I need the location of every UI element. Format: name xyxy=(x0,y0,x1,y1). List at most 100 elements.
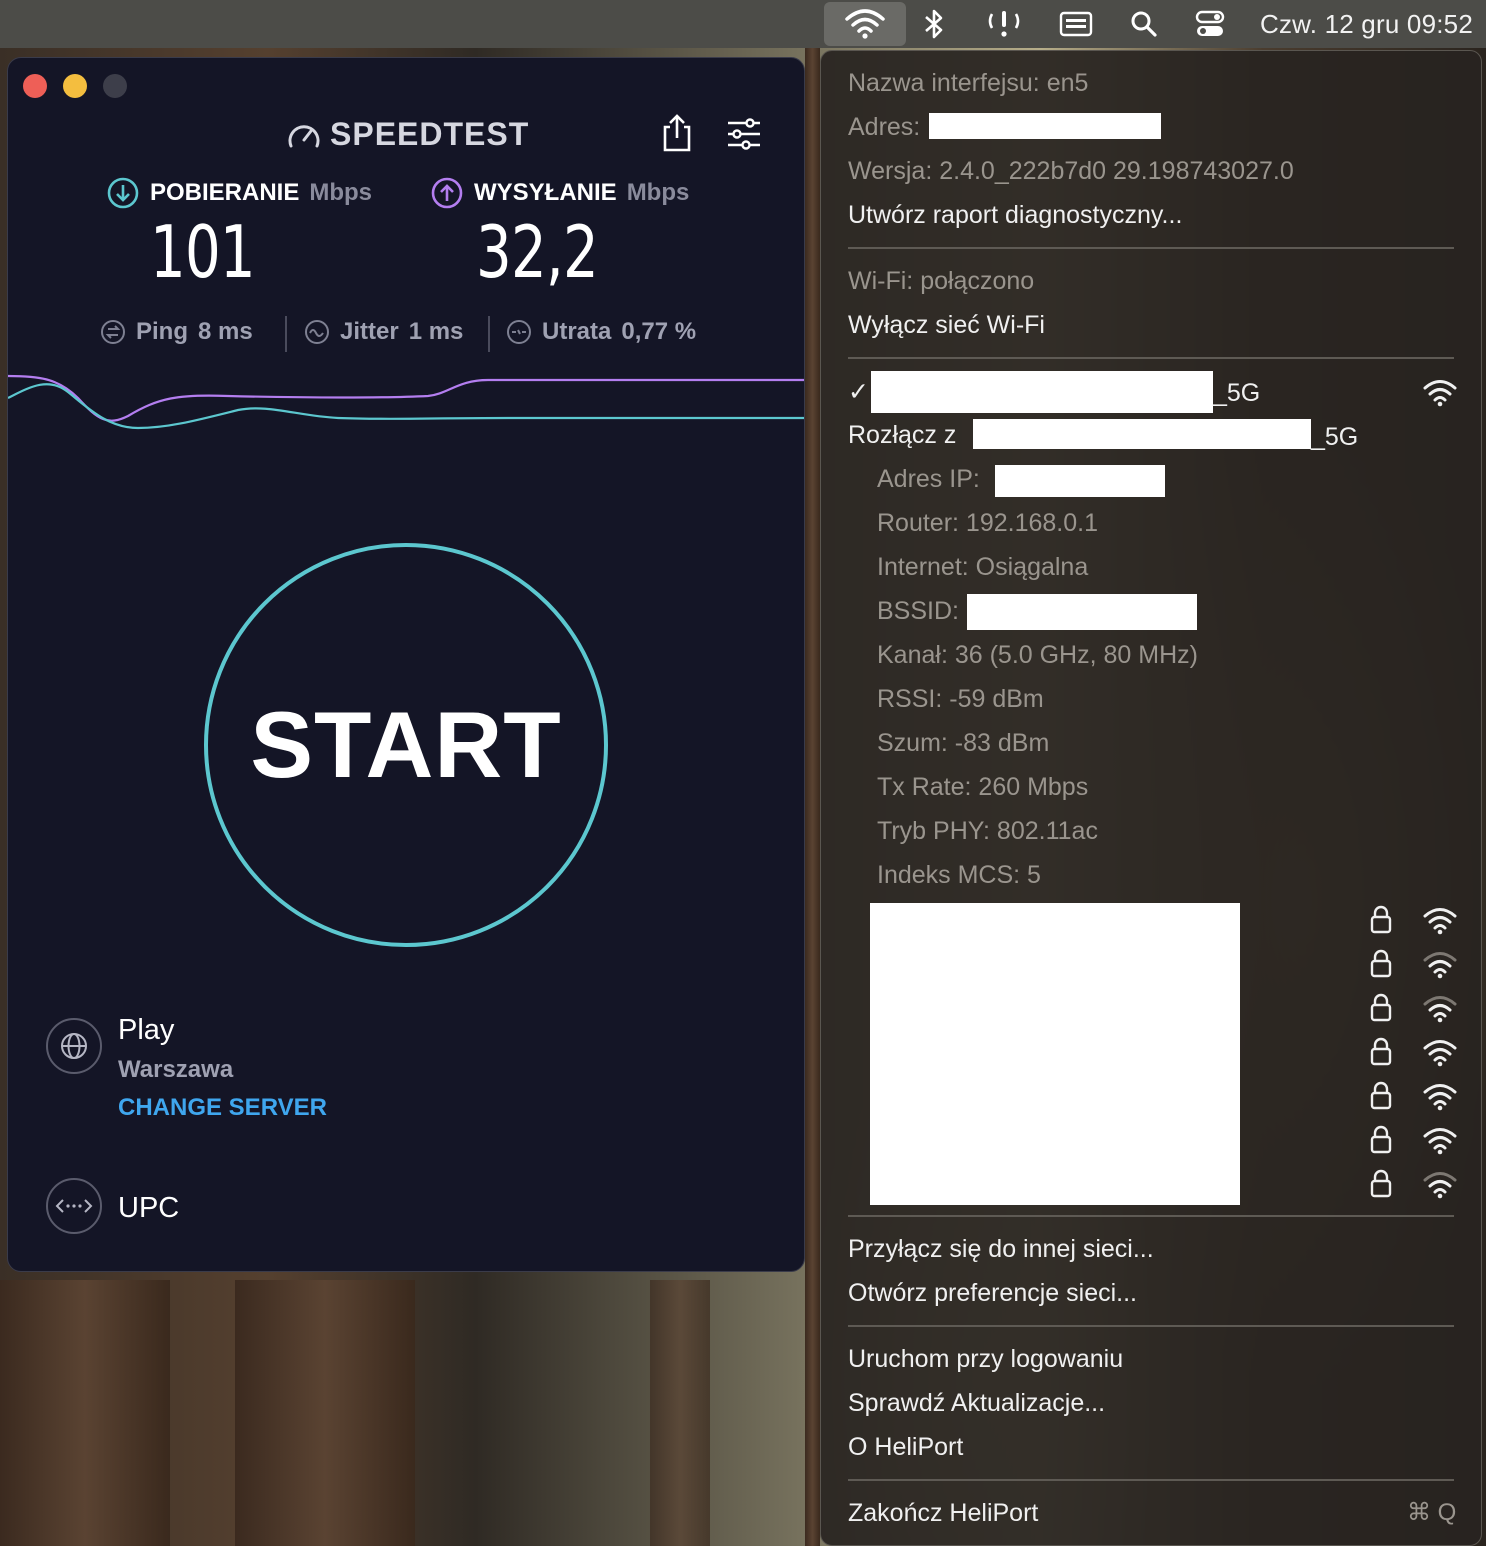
bssid-label: BSSID: xyxy=(877,597,959,625)
globe-icon xyxy=(46,1018,102,1074)
bluetooth-icon[interactable] xyxy=(914,0,954,48)
wifi-signal-icon xyxy=(1423,1084,1457,1111)
server-name: Play xyxy=(118,1014,175,1046)
upload-unit: Mbps xyxy=(626,179,690,206)
disconnect-suffix: _5G xyxy=(1311,423,1359,451)
menu-separator xyxy=(848,1479,1454,1481)
packet-loss-icon xyxy=(507,320,531,344)
wifi-off-item[interactable]: Wyłącz sieć Wi-Fi xyxy=(848,311,1045,340)
download-value: 101 xyxy=(150,210,256,294)
antenna-alert-icon[interactable] xyxy=(982,0,1026,48)
ping-value: 8 ms xyxy=(198,318,253,345)
wifi-signal-icon xyxy=(1423,908,1457,935)
ip-address-label: Adres IP: xyxy=(877,465,980,493)
current-network-item[interactable]: ✓ xyxy=(848,377,869,407)
rssi-info: RSSI: -59 dBm xyxy=(877,685,1044,713)
wifi-signal-icon xyxy=(1423,1040,1457,1067)
redacted-address xyxy=(929,113,1161,139)
menu-separator xyxy=(848,247,1454,249)
jitter-value: 1 ms xyxy=(408,318,464,345)
window-minimize-button[interactable] xyxy=(63,74,87,98)
speedtest-window: SPEEDTEST POBIERANIE Mbps 101 WYSYŁANIE … xyxy=(7,57,805,1272)
jitter-metric: Jitter 1 ms xyxy=(304,318,463,346)
window-zoom-button[interactable] xyxy=(103,74,127,98)
address-label: Adres: xyxy=(848,113,921,141)
current-network-suffix: _5G xyxy=(1213,379,1261,407)
menu-bar: Czw. 12 gru 09:52 xyxy=(0,0,1486,48)
download-graph-line xyxy=(8,383,804,430)
share-icon[interactable] xyxy=(660,113,694,158)
start-button[interactable]: START xyxy=(204,543,608,947)
start-label: START xyxy=(250,692,562,797)
download-arrow-icon xyxy=(107,177,139,209)
channel-info: Kanał: 36 (5.0 GHz, 80 MHz) xyxy=(877,641,1198,669)
menu-separator xyxy=(848,1215,1454,1217)
loss-label: Utrata xyxy=(542,318,612,345)
wifi-signal-icon xyxy=(1423,1128,1457,1155)
router-info: Router: 192.168.0.1 xyxy=(877,509,1098,537)
lock-icon xyxy=(1370,1081,1392,1110)
jitter-icon xyxy=(305,320,329,344)
lock-icon xyxy=(1370,1169,1392,1198)
server-city: Warszawa xyxy=(118,1056,234,1083)
metric-divider xyxy=(285,316,287,352)
ping-label: Ping xyxy=(136,318,188,345)
interface-name: Nazwa interfejsu: en5 xyxy=(848,69,1089,97)
search-icon[interactable] xyxy=(1124,0,1164,48)
change-server-link[interactable]: CHANGE SERVER xyxy=(118,1094,327,1122)
wifi-signal-icon xyxy=(1423,380,1457,407)
mcs-index-info: Indeks MCS: 5 xyxy=(877,861,1041,889)
about-item[interactable]: O HeliPort xyxy=(848,1433,963,1462)
settings-sliders-icon[interactable] xyxy=(726,118,762,155)
upload-value: 32,2 xyxy=(476,210,599,294)
tree-trunk xyxy=(235,1280,415,1546)
quit-shortcut: ⌘ Q xyxy=(1407,1499,1457,1526)
redacted-ip xyxy=(995,465,1165,497)
upload-arrow-icon xyxy=(431,177,463,209)
gauge-icon xyxy=(288,124,320,147)
redacted-network-name xyxy=(871,371,1213,413)
speed-graph xyxy=(8,374,804,430)
version-info: Wersja: 2.4.0_222b7d0 29.198743027.0 xyxy=(848,157,1294,185)
noise-info: Szum: -83 dBm xyxy=(877,729,1050,757)
diagnostic-report-item[interactable]: Utwórz raport diagnostyczny... xyxy=(848,201,1182,230)
check-updates-item[interactable]: Sprawdź Aktualizacje... xyxy=(848,1389,1105,1418)
tree-trunk xyxy=(805,48,820,1546)
menu-bar-clock[interactable]: Czw. 12 gru 09:52 xyxy=(1260,9,1473,40)
upload-label: WYSYŁANIE xyxy=(474,179,617,206)
lock-icon xyxy=(1370,993,1392,1022)
launch-at-login-item[interactable]: Uruchom przy logowaniu xyxy=(848,1345,1123,1374)
tree-trunk xyxy=(650,1280,710,1546)
quit-item[interactable]: Zakończ HeliPort xyxy=(848,1499,1038,1528)
menu-separator xyxy=(848,357,1454,359)
lock-icon xyxy=(1370,949,1392,978)
ping-icon xyxy=(101,320,125,344)
jitter-label: Jitter xyxy=(340,318,399,345)
wifi-icon[interactable] xyxy=(824,2,906,46)
window-close-button[interactable] xyxy=(23,74,47,98)
download-header: POBIERANIE Mbps xyxy=(106,176,372,210)
lock-icon xyxy=(1370,1125,1392,1154)
isp-connection-icon xyxy=(46,1178,102,1234)
speedtest-logo: SPEEDTEST xyxy=(286,116,529,153)
lock-icon xyxy=(1370,1037,1392,1066)
open-network-prefs-item[interactable]: Otwórz preferencje sieci... xyxy=(848,1279,1137,1308)
ping-metric: Ping 8 ms xyxy=(100,318,253,346)
wifi-status: Wi-Fi: połączono xyxy=(848,267,1035,295)
speedtest-logo-text: SPEEDTEST xyxy=(330,116,530,152)
disconnect-item[interactable]: Rozłącz z xyxy=(848,421,956,450)
tree-trunk xyxy=(0,1280,170,1546)
redacted-network-list xyxy=(870,903,1240,1205)
isp-name: UPC xyxy=(118,1192,180,1224)
wifi-signal-icon xyxy=(1423,952,1457,979)
join-other-network-item[interactable]: Przyłącz się do innej sieci... xyxy=(848,1235,1154,1264)
upload-graph-line xyxy=(8,374,804,422)
keyboard-icon[interactable] xyxy=(1054,0,1098,48)
menu-separator xyxy=(848,1325,1454,1327)
download-unit: Mbps xyxy=(309,179,373,206)
redacted-network-name xyxy=(973,419,1311,449)
lock-icon xyxy=(1370,905,1392,934)
control-center-icon[interactable] xyxy=(1190,0,1230,48)
phy-mode-info: Tryb PHY: 802.11ac xyxy=(877,817,1098,845)
checkmark-icon: ✓ xyxy=(848,378,869,406)
